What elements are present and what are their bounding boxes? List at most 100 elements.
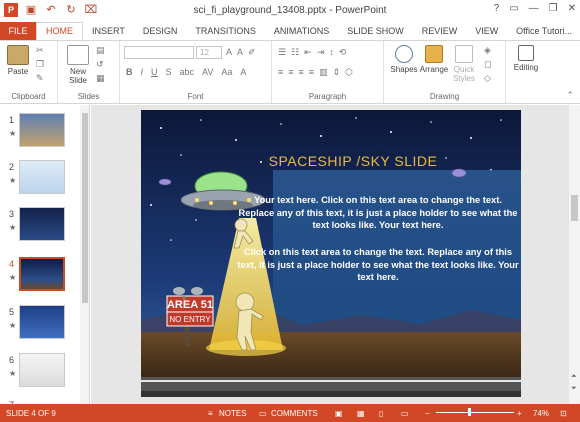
- notes-icon[interactable]: ≡: [208, 409, 213, 418]
- decrease-indent-icon[interactable]: ⇤: [304, 47, 312, 58]
- ribbon-tabs: FILE HOME INSERT DESIGN TRANSITIONS ANIM…: [0, 22, 580, 40]
- align-center-icon[interactable]: ≡: [288, 67, 293, 78]
- notes-button[interactable]: NOTES: [219, 409, 247, 418]
- font-color-icon[interactable]: A: [240, 67, 246, 77]
- bullets-icon[interactable]: ☰: [278, 47, 286, 58]
- fit-to-window-icon[interactable]: ⊡: [560, 409, 567, 418]
- thumbnail-slide-4[interactable]: 4 ★: [0, 257, 80, 299]
- tab-design[interactable]: DESIGN: [134, 22, 187, 40]
- arrange-icon: [425, 45, 443, 63]
- comments-button[interactable]: COMMENTS: [271, 409, 318, 418]
- tab-animations[interactable]: ANIMATIONS: [265, 22, 338, 40]
- copy-icon[interactable]: ❐: [36, 59, 44, 70]
- ribbon: Paste ✂ ❐ ✎ Clipboard New Slide ▤ ↺ ▦ Sl…: [0, 40, 580, 104]
- slideshow-icon[interactable]: ▭: [401, 409, 409, 418]
- ribbon-display-icon[interactable]: ▭: [509, 3, 518, 14]
- justify-icon[interactable]: ≡: [309, 67, 314, 78]
- tab-home[interactable]: HOME: [36, 22, 83, 40]
- thumbnail-slide-5[interactable]: 5 ★: [0, 305, 80, 347]
- tab-transitions[interactable]: TRANSITIONS: [186, 22, 265, 40]
- increase-indent-icon[interactable]: ⇥: [317, 47, 325, 58]
- format-painter-icon[interactable]: ✎: [36, 73, 44, 84]
- columns-icon[interactable]: ▥: [319, 67, 328, 78]
- reading-view-icon[interactable]: ▯: [379, 409, 383, 418]
- new-slide-button[interactable]: New Slide: [62, 45, 94, 85]
- previous-slide-icon[interactable]: ⏶: [571, 373, 577, 381]
- slides-label: Slides: [77, 92, 100, 101]
- tab-view[interactable]: VIEW: [466, 22, 507, 40]
- status-bar: SLIDE 4 OF 9 ≡ NOTES ▭ COMMENTS ▣ ▦ ▯ ▭ …: [0, 404, 580, 422]
- section-icon[interactable]: ▦: [96, 73, 105, 84]
- next-slide-icon[interactable]: ⏷: [571, 385, 577, 393]
- thumbnail-slide-1[interactable]: 1 ★: [0, 113, 80, 155]
- slide-thumbnails-pane[interactable]: 1 ★ 2 ★ 3 ★ 4 ★ 5 ★ 6 ★ 7: [0, 105, 90, 404]
- zoom-slider[interactable]: [436, 412, 514, 413]
- font-name-select[interactable]: [124, 46, 194, 59]
- numbering-icon[interactable]: ☷: [291, 47, 299, 58]
- font-size-select[interactable]: 12: [196, 46, 222, 59]
- text-direction-icon[interactable]: ⟲: [339, 47, 347, 58]
- slide-title[interactable]: SPACESHIP /SKY SLIDE: [269, 153, 438, 169]
- char-spacing-icon[interactable]: AV: [202, 67, 213, 77]
- normal-view-icon[interactable]: ▣: [335, 409, 343, 418]
- change-case-icon[interactable]: Aa: [221, 67, 232, 77]
- grow-font-icon[interactable]: A: [226, 47, 232, 58]
- zoom-out-button[interactable]: −: [425, 409, 430, 418]
- thumbnail-slide-3[interactable]: 3 ★: [0, 207, 80, 249]
- clear-format-icon[interactable]: ✐: [248, 47, 256, 58]
- arrange-button[interactable]: Arrange: [418, 45, 450, 74]
- tab-review[interactable]: REVIEW: [413, 22, 467, 40]
- drawing-label: Drawing: [429, 92, 460, 101]
- quick-styles-button[interactable]: Quick Styles: [448, 45, 480, 83]
- shape-outline-icon[interactable]: ◻: [484, 59, 491, 70]
- thumbnails-scrollbar[interactable]: [80, 105, 89, 404]
- restore-button[interactable]: ❐: [549, 3, 558, 14]
- shape-fill-icon[interactable]: ◈: [484, 45, 491, 56]
- tab-insert[interactable]: INSERT: [83, 22, 134, 40]
- cut-icon[interactable]: ✂: [36, 45, 44, 56]
- slide-canvas[interactable]: AREA 51 NO ENTRY SPACESHIP /SKY SLIDE Yo…: [141, 110, 521, 397]
- strikethrough-icon[interactable]: S: [166, 67, 172, 77]
- thumbnail-slide-6[interactable]: 6 ★: [0, 353, 80, 395]
- underline-icon[interactable]: U: [151, 67, 158, 77]
- close-button[interactable]: ✕: [568, 3, 576, 14]
- editing-button[interactable]: Editing: [510, 45, 542, 72]
- slide-body-text-2[interactable]: Click on this text area to change the te…: [237, 246, 519, 284]
- title-bar: P ▣ ↶ ↻ ⌧ sci_fi_playground_13408.pptx -…: [0, 0, 580, 22]
- thumbnail-slide-2[interactable]: 2 ★: [0, 160, 80, 202]
- paste-button[interactable]: Paste: [2, 45, 34, 76]
- font-label: Font: [187, 92, 204, 101]
- tab-file[interactable]: FILE: [0, 22, 36, 40]
- slide-body-text-1[interactable]: Your text here. Click on this text area …: [237, 194, 519, 232]
- collapse-ribbon-icon[interactable]: ⌃: [566, 90, 574, 101]
- align-text-icon[interactable]: ⇕: [333, 67, 341, 78]
- account-name[interactable]: Office Tutori...: [516, 26, 572, 36]
- paste-icon: [7, 45, 29, 65]
- line-spacing-icon[interactable]: ↕: [329, 47, 334, 58]
- bold-icon[interactable]: B: [126, 67, 133, 77]
- comments-icon[interactable]: ▭: [259, 409, 267, 418]
- shape-effects-icon[interactable]: ◇: [484, 73, 491, 84]
- clipboard-group: Paste ✂ ❐ ✎ Clipboard: [0, 41, 58, 103]
- smartart-icon[interactable]: ⬡: [345, 67, 353, 78]
- shadow-icon[interactable]: abc: [180, 67, 195, 77]
- zoom-in-button[interactable]: +: [517, 409, 522, 418]
- align-right-icon[interactable]: ≡: [299, 67, 304, 78]
- align-left-icon[interactable]: ≡: [278, 67, 283, 78]
- sign-area51-text: AREA 51: [167, 299, 213, 311]
- minimize-button[interactable]: —: [529, 3, 539, 14]
- reset-icon[interactable]: ↺: [96, 59, 105, 70]
- zoom-level[interactable]: 74%: [533, 409, 549, 418]
- zoom-slider-thumb[interactable]: [468, 408, 471, 416]
- shrink-font-icon[interactable]: A: [237, 47, 243, 58]
- tab-slide-show[interactable]: SLIDE SHOW: [338, 22, 413, 40]
- new-slide-icon: [67, 45, 89, 65]
- help-button[interactable]: ?: [494, 3, 500, 14]
- layout-icon[interactable]: ▤: [96, 45, 105, 56]
- slides-group: New Slide ▤ ↺ ▦ Slides: [58, 41, 120, 103]
- slide-editing-area[interactable]: AREA 51 NO ENTRY SPACESHIP /SKY SLIDE Yo…: [91, 105, 580, 404]
- shapes-button[interactable]: Shapes: [388, 45, 420, 74]
- slide-scrollbar[interactable]: ⏶ ⏷: [569, 105, 580, 404]
- slide-sorter-icon[interactable]: ▦: [357, 409, 365, 418]
- italic-icon[interactable]: I: [141, 67, 144, 77]
